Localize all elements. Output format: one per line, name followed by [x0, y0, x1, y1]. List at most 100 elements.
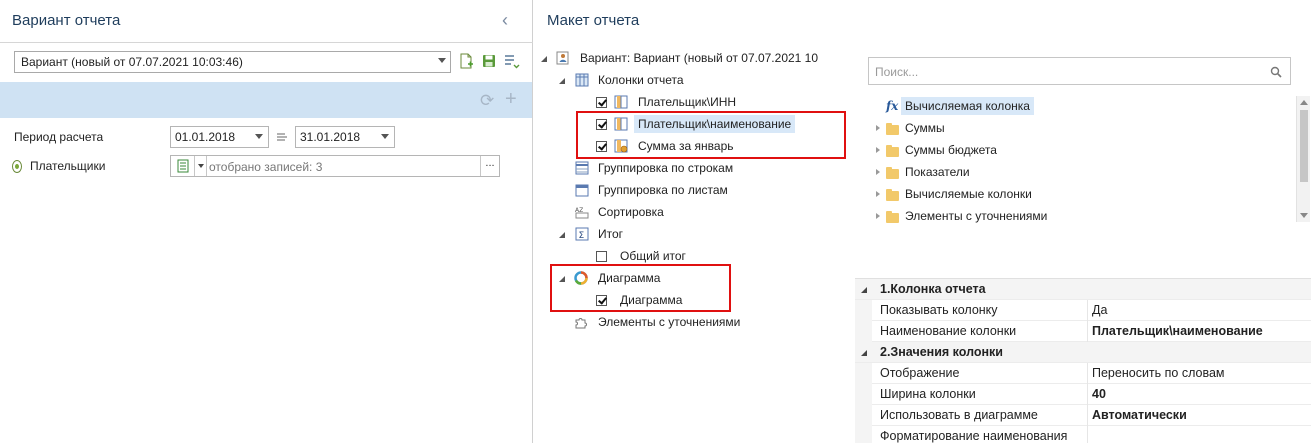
save-icon[interactable]	[481, 53, 497, 69]
collapsed-icon[interactable]	[876, 213, 880, 219]
prop-key: Ширина колонки	[880, 387, 976, 401]
function-icon: fx	[886, 99, 899, 113]
fields-scrollbar[interactable]	[1296, 96, 1310, 222]
highlight-box	[576, 111, 846, 159]
prop-category-label: 1.Колонка отчета	[880, 282, 986, 296]
tree-sort[interactable]: Сортировка	[598, 203, 664, 221]
divider	[0, 42, 533, 43]
svg-text:Σ: Σ	[579, 231, 585, 241]
action-bar: ⟳ +	[0, 82, 532, 118]
panel-title-layout: Макет отчета	[547, 12, 640, 29]
range-separator-icon	[277, 133, 287, 141]
prop-category[interactable]: 1.Колонка отчета	[855, 279, 1311, 300]
collapsed-icon[interactable]	[876, 125, 880, 131]
folder-icon	[886, 211, 899, 223]
panel-title-variant: Вариант отчета	[12, 12, 121, 29]
prop-value[interactable]: Переносить по словам	[1092, 366, 1225, 380]
expand-icon[interactable]	[559, 78, 565, 84]
divider	[1087, 384, 1088, 405]
folder-icon	[886, 145, 899, 157]
prop-value[interactable]: 40	[1092, 387, 1106, 401]
prop-key: Форматирование наименования	[880, 429, 1068, 443]
report-variant-panel: Вариант отчета ‹ Вариант (новый от 07.07…	[0, 0, 533, 443]
chevron-down-icon[interactable]	[255, 134, 263, 139]
divider	[1087, 405, 1088, 426]
new-document-icon[interactable]	[458, 53, 474, 69]
divider	[1087, 363, 1088, 384]
field-folder-calc-columns[interactable]: Вычисляемые колонки	[905, 185, 1032, 203]
tree-col-inn[interactable]: Плательщик\ИНН	[638, 93, 736, 111]
field-folder-elements[interactable]: Элементы с уточнениями	[905, 207, 1047, 225]
prop-gutter	[855, 426, 872, 443]
tree-elements[interactable]: Элементы с уточнениями	[598, 313, 740, 331]
prop-row[interactable]: Использовать в диаграмме Автоматически	[855, 405, 1311, 426]
chevron-down-icon[interactable]	[198, 164, 204, 168]
prop-row[interactable]: Отображение Переносить по словам	[855, 363, 1311, 384]
filter-table-icon[interactable]	[176, 159, 190, 173]
col-inn-checkbox[interactable]	[596, 97, 607, 108]
expand-icon[interactable]	[559, 232, 565, 238]
date-from-input[interactable]: 01.01.2018	[170, 126, 269, 148]
prop-gutter	[855, 363, 872, 384]
prop-value[interactable]: Плательщик\наименование	[1092, 324, 1263, 338]
expand-icon[interactable]	[541, 56, 547, 62]
prop-value[interactable]: Автоматически	[1092, 408, 1187, 422]
prop-category-label: 2.Значения колонки	[880, 345, 1003, 359]
total-general-checkbox[interactable]	[596, 251, 607, 262]
chevron-down-icon[interactable]	[381, 134, 389, 139]
tree-group-rows[interactable]: Группировка по строкам	[598, 159, 733, 177]
payers-filter-field[interactable]: отобрано записей: 3 ...	[170, 155, 500, 177]
variant-select[interactable]: Вариант (новый от 07.07.2021 10:03:46)	[14, 51, 451, 73]
prop-row[interactable]: Показывать колонку Да	[855, 300, 1311, 321]
expand-icon[interactable]	[861, 350, 867, 356]
prop-key: Показывать колонку	[880, 303, 998, 317]
payers-filter-value: отобрано записей: 3	[209, 160, 323, 174]
collapsed-icon[interactable]	[876, 147, 880, 153]
folder-icon	[886, 123, 899, 135]
list-settings-icon[interactable]	[504, 53, 520, 69]
collapsed-icon[interactable]	[876, 191, 880, 197]
date-to-input[interactable]: 31.01.2018	[295, 126, 395, 148]
property-grid: 1.Колонка отчета Показывать колонку Да Н…	[855, 278, 1311, 443]
tree-root-variant[interactable]: Вариант: Вариант (новый от 07.07.2021 10	[580, 49, 818, 67]
prop-row[interactable]: Наименование колонки Плательщик\наименов…	[855, 321, 1311, 342]
chevron-down-icon	[438, 58, 446, 63]
payers-radio[interactable]	[12, 160, 22, 173]
field-folder-sums[interactable]: Суммы	[905, 119, 945, 137]
prop-category[interactable]: 2.Значения колонки	[855, 342, 1311, 363]
search-placeholder: Поиск...	[875, 65, 919, 79]
prop-key: Использовать в диаграмме	[880, 408, 1038, 422]
select-payers-button[interactable]: ...	[480, 156, 499, 176]
field-calc-column[interactable]: Вычисляемая колонка	[901, 97, 1034, 115]
tree-columns[interactable]: Колонки отчета	[598, 71, 684, 89]
expand-icon[interactable]	[861, 287, 867, 293]
group-rows-icon	[575, 161, 589, 175]
prop-row[interactable]: Ширина колонки 40	[855, 384, 1311, 405]
folder-icon	[886, 189, 899, 201]
tree-total-general[interactable]: Общий итог	[620, 247, 686, 265]
scroll-up-icon[interactable]	[1300, 100, 1308, 105]
divider	[194, 156, 195, 176]
tree-total[interactable]: Итог	[598, 225, 623, 243]
collapsed-icon[interactable]	[876, 169, 880, 175]
tree-group-sheets[interactable]: Группировка по листам	[598, 181, 728, 199]
period-label: Период расчета	[14, 130, 104, 144]
field-folder-budget-sums[interactable]: Суммы бюджета	[905, 141, 997, 159]
prop-gutter	[855, 405, 872, 426]
column-icon	[614, 95, 628, 109]
scroll-down-icon[interactable]	[1300, 213, 1308, 218]
fields-search-input[interactable]: Поиск...	[868, 57, 1291, 85]
prop-gutter	[855, 300, 872, 321]
chevron-left-icon[interactable]: ‹	[502, 10, 508, 31]
scroll-thumb[interactable]	[1300, 110, 1308, 182]
report-variant-icon	[556, 51, 569, 65]
variant-select-value: Вариант (новый от 07.07.2021 10:03:46)	[21, 55, 243, 69]
search-icon[interactable]	[1270, 66, 1282, 78]
prop-gutter	[855, 321, 872, 342]
field-folder-indicators[interactable]: Показатели	[905, 163, 970, 181]
divider	[1087, 426, 1088, 443]
history-icon[interactable]: ⟳	[480, 91, 494, 111]
prop-row[interactable]: Форматирование наименования	[855, 426, 1311, 443]
prop-value[interactable]: Да	[1092, 303, 1107, 317]
plus-icon[interactable]: +	[505, 88, 517, 111]
